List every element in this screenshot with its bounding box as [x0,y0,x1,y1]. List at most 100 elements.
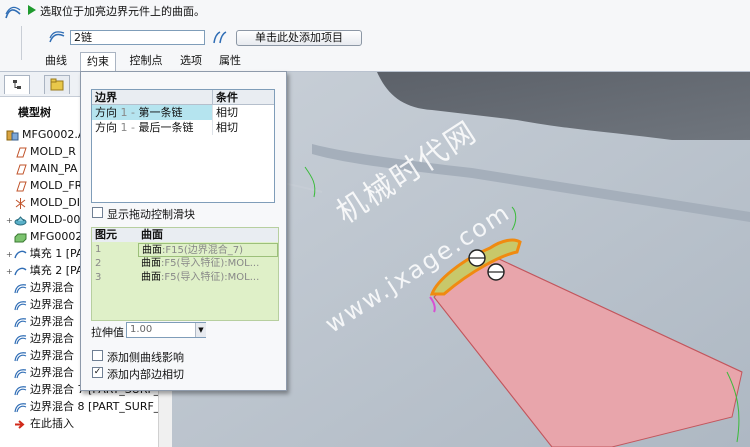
boundary-condition-table: 边界 条件 方向 1 - 第一条链 相切 方向 1 - 最后一条链 相切 [91,89,275,203]
tree-item-label: MOLD_FR [30,179,83,192]
direction-index: 1 [120,106,128,119]
boundary-blend-icon [14,317,27,327]
tree-item-label: MOLD_R [30,145,76,158]
boundary-column-header: 边界 [92,90,212,105]
workpiece-icon [14,233,27,242]
message-arrow-icon [28,5,36,15]
tab-constraints[interactable]: 约束 [80,52,116,71]
tree-item[interactable]: 边界混合 8 [PART_SURF_3 [14,398,166,415]
tree-item-label: 边界混合 8 [PART_SURF_3 [30,400,167,413]
tab-control-points[interactable]: 控制点 [122,52,170,70]
surface-word: 曲面 [142,245,162,256]
tree-item[interactable]: MAIN_PA [14,160,77,177]
stretch-value-label: 拉伸值 [91,326,124,339]
boundary-blend-icon [14,351,27,361]
boundary-blend-icon [14,300,27,310]
insert-here-icon [15,419,25,429]
fill-surface-icon [14,250,27,258]
tree-item-label: 填充 2 [PA [29,264,84,277]
element-column-header: 图元 [92,228,138,242]
first-direction-chain-icon[interactable] [48,30,66,46]
surface-word: 曲面 [141,272,161,283]
model-tree-tab[interactable] [4,75,30,94]
element-surface-cell[interactable]: 曲面:F15(边界混合_7) [138,243,278,257]
tree-item-label: MFG0002 [30,230,83,243]
direction-index: 1 [120,121,128,134]
tree-item[interactable]: + 填充 1 [PA [6,245,83,262]
boundary-blend-icon [14,402,27,412]
add-side-curve-checkbox[interactable] [92,350,103,361]
condition-column-header: 条件 [212,90,274,105]
condition-cell-first[interactable]: 相切 [212,105,274,120]
tab-curves[interactable]: 曲线 [38,52,74,70]
element-number: 1 [95,244,102,255]
second-direction-collector[interactable]: 单击此处添加项目 [236,30,362,46]
tree-item-label: MOLD-00 [29,213,81,226]
tree-item-label: 边界混合 [30,315,74,328]
tree-item-label: 在此插入 [30,417,74,430]
surface-reference: :F5(导入特征):MOL... [161,258,260,269]
folder-icon [50,78,64,91]
surface-column-header: 曲面 [138,228,278,242]
tree-item-label: 边界混合 [30,366,74,379]
element-number: 3 [95,272,102,283]
chevron-down-icon[interactable]: ▼ [195,323,206,337]
tree-item[interactable]: MFG0002 [14,228,82,245]
add-side-curve-label: 添加侧曲线影响 [107,351,184,364]
fill-surface-icon [14,267,27,275]
tree-item-label: 边界混合 [30,281,74,294]
tree-item[interactable]: 边界混合 [14,347,74,364]
condition-cell-last[interactable]: 相切 [212,120,274,135]
tree-item[interactable]: 边界混合 [14,364,74,381]
tree-item-label: 边界混合 [30,349,74,362]
dashboard-divider [21,26,22,60]
direction-dash: - [131,106,135,119]
surface-reference: :F5(导入特征):MOL... [161,272,260,283]
constraints-panel: 边界 条件 方向 1 - 第一条链 相切 方向 1 - 最后一条链 相切 显示拖… [80,71,287,391]
chain-label: 最后一条链 [138,121,194,134]
boundary-row-last[interactable]: 方向 1 - 最后一条链 [92,120,212,135]
model-tree-title: 模型树 [18,106,51,119]
component-icon [14,215,27,225]
boundary-blend-icon [14,368,27,378]
element-surface-cell[interactable]: 曲面:F5(导入特征):MOL... [138,257,278,271]
tree-item[interactable]: + 填充 2 [PA [6,262,83,279]
boundary-blend-icon [14,385,27,395]
folder-browser-tab[interactable] [44,75,70,94]
tree-item-insert-here[interactable]: 在此插入 [14,415,74,432]
direction-label: 方向 [95,106,117,119]
boundary-blend-icon [14,283,27,293]
prompt-message: 选取位于加亮边界元件上的曲面。 [40,5,205,18]
element-surface-cell[interactable]: 曲面:F5(导入特征):MOL... [138,271,278,285]
stretch-value-input[interactable]: 1.00 [126,322,206,338]
show-drag-handles-checkbox[interactable] [92,207,103,218]
surface-word: 曲面 [141,258,161,269]
first-direction-collector[interactable]: 2链 [70,30,205,45]
tree-item[interactable]: 边界混合 [14,313,74,330]
model-tree-icon [13,80,21,89]
tree-item[interactable]: 边界混合 [14,296,74,313]
tab-options[interactable]: 选项 [173,52,209,70]
tab-properties[interactable]: 属性 [212,52,248,70]
feature-dashboard: 选取位于加亮边界元件上的曲面。 2链 单击此处添加项目 曲线 约束 控制点 选项… [0,0,750,72]
tree-item[interactable]: MOLD_DI [14,194,80,211]
element-surface-table: 图元 曲面 1 曲面:F15(边界混合_7) 2 曲面:F5(导入特征):MOL… [91,227,279,321]
tree-item[interactable]: MOLD_R [14,143,76,160]
add-inner-edge-checkbox[interactable]: ✓ [92,367,103,378]
tree-item[interactable]: 边界混合 [14,330,74,347]
surface-reference: :F15(边界混合_7) [162,245,244,256]
tree-item-label: 边界混合 [30,332,74,345]
tree-item[interactable]: MOLD_FR [14,177,82,194]
element-number: 2 [95,258,102,269]
boundary-row-first[interactable]: 方向 1 - 第一条链 [92,105,212,120]
datum-plane-icon [16,181,27,191]
second-direction-chain-icon[interactable] [211,30,231,46]
datum-plane-icon [16,147,27,157]
boundary-blend-icon [14,334,27,344]
show-drag-handles-label: 显示拖动控制滑块 [107,208,195,221]
direction-label: 方向 [95,121,117,134]
coordinate-system-icon [15,197,26,209]
tree-item-label: 填充 1 [PA [29,247,84,260]
tree-item[interactable]: 边界混合 [14,279,74,296]
tree-item[interactable]: + MOLD-00 [6,211,80,228]
